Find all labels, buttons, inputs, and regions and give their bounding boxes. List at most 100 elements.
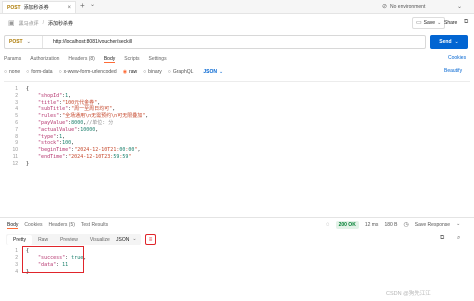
method-label: POST: [9, 39, 23, 45]
request-code-line: "type":1,: [38, 133, 66, 140]
radio-graphql-label: GraphQL: [172, 69, 194, 75]
status-badge[interactable]: 200 OK: [335, 220, 359, 229]
chevron-down-icon: ⌄: [26, 38, 31, 45]
response-line-number: 4: [15, 269, 18, 275]
view-tab-visualize[interactable]: Visualize: [84, 235, 116, 245]
view-tab-preview[interactable]: Preview: [54, 235, 84, 245]
search-icon[interactable]: ⌕: [457, 235, 460, 241]
save-icon: ▭: [416, 20, 422, 26]
response-tabs: Body Cookies Headers (5) Test Results: [7, 220, 108, 230]
radio-raw-label: raw: [129, 69, 138, 75]
radio-raw[interactable]: ◉ raw: [123, 69, 137, 75]
send-button[interactable]: Send ⌄: [430, 35, 468, 49]
tab-settings[interactable]: Settings: [149, 56, 167, 62]
breadcrumb-request-name[interactable]: 添加秒杀券: [48, 20, 73, 27]
format-select[interactable]: JSON ⌄: [203, 69, 223, 75]
request-code-line: "actualValue":10000,: [38, 126, 99, 133]
history-icon[interactable]: ◷: [404, 222, 409, 228]
copy-icon[interactable]: ⧉: [440, 235, 444, 241]
radio-urlencoded[interactable]: ○ x-www-form-urlencoded: [59, 69, 117, 75]
response-status-bar: ◌ 200 OK 12 ms 180 B ◷ Save Response ⌄: [326, 219, 460, 230]
request-tabs: Params Authorization Headers (8) Body Sc…: [4, 54, 167, 64]
response-format-label: JSON: [116, 236, 130, 243]
new-tab-icon[interactable]: +: [80, 2, 85, 10]
request-tab[interactable]: POST 添加秒杀券 ×: [2, 1, 76, 13]
radio-empty-icon: ○: [4, 68, 8, 75]
url-input[interactable]: http://localhost:8081/voucher/seckill: [43, 39, 132, 45]
environment-selector[interactable]: ⊘ No environment ⌄: [382, 2, 462, 12]
request-code-line: "rules":"全场通用\n无需预约\n可无限叠加",: [38, 113, 149, 120]
radio-urlencoded-label: x-www-form-urlencoded: [63, 69, 117, 75]
radio-none-label: none: [9, 69, 21, 75]
chevron-down-icon: ⌄: [437, 19, 442, 26]
request-line-number: 8: [15, 133, 18, 140]
request-code: { "shopId":1, "title":"100元代金券", "subTit…: [26, 86, 148, 168]
share-label: Share: [444, 20, 458, 26]
http-request-icon: ▣: [8, 19, 15, 27]
save-label: Save: [423, 20, 436, 26]
request-line-number: 3: [15, 99, 18, 106]
breadcrumb-collection[interactable]: 黑马点评: [19, 20, 39, 27]
beautify-link[interactable]: Beautify: [444, 68, 462, 74]
radio-empty-icon: ○: [143, 68, 147, 75]
request-code-line: "endTime":"2024-12-10T23:59:59": [38, 153, 132, 160]
radio-none[interactable]: ○ none: [4, 69, 20, 75]
radio-binary[interactable]: ○ binary: [143, 69, 162, 75]
request-line-number: 12: [12, 160, 18, 167]
radio-empty-icon: ○: [26, 68, 30, 75]
response-tab-cookies[interactable]: Cookies: [24, 222, 42, 228]
request-code-line: "beginTime":"2024-12-10T21:00:00",: [38, 147, 141, 154]
view-tab-raw[interactable]: Raw: [32, 235, 54, 245]
view-tab-pretty[interactable]: Pretty: [7, 234, 33, 245]
breadcrumb: ▣ 黑马点评 / 添加秒杀券: [8, 17, 73, 29]
method-select[interactable]: POST ⌄: [5, 36, 43, 48]
request-body-editor[interactable]: 1 2 3 4 5 6 7 8 9 10 11 12 { "shopId":1, "title":"1…: [4, 81, 470, 215]
response-tab-headers[interactable]: Headers (5): [48, 222, 74, 228]
response-line-number: 2: [15, 255, 18, 261]
radio-graphql[interactable]: ○ GraphQL: [168, 69, 194, 75]
chevron-down-icon: ⌄: [456, 221, 461, 227]
request-code-line: "payValue":8000,//单位: 分: [38, 119, 114, 126]
response-view-tabs: Pretty Raw Preview Visualize: [6, 234, 117, 245]
request-line-number: 2: [15, 92, 18, 99]
request-line-number: 6: [15, 119, 18, 126]
request-code-line: {: [26, 86, 30, 92]
tab-authorization[interactable]: Authorization: [30, 56, 59, 62]
environment-label: No environment: [390, 4, 426, 10]
tab-overflow-icon[interactable]: ⌄: [90, 2, 95, 8]
radio-empty-icon: ○: [167, 68, 171, 75]
body-type-options: ○ none ○ form-data ○ x-www-form-urlencoded …: [4, 67, 223, 77]
response-tab-body[interactable]: Body: [7, 222, 19, 229]
copy-link-icon[interactable]: ⧉: [464, 19, 468, 25]
pane-divider[interactable]: [0, 217, 474, 218]
chevron-down-icon: ⌄: [456, 4, 462, 10]
cookies-link[interactable]: Cookies: [448, 55, 466, 61]
tab-body[interactable]: Body: [103, 56, 116, 63]
radio-form-data-label: form-data: [31, 69, 53, 75]
format-label: JSON: [203, 69, 218, 75]
chevron-down-icon: ⌄: [132, 236, 137, 242]
close-icon[interactable]: ×: [67, 5, 71, 11]
response-line-number: 3: [15, 262, 18, 268]
radio-form-data[interactable]: ○ form-data: [26, 69, 52, 75]
response-format-select[interactable]: JSON ⌄: [112, 234, 141, 245]
environment-icon: ⊘: [382, 4, 388, 10]
tab-headers[interactable]: Headers (8): [68, 56, 94, 62]
wrap-lines-icon[interactable]: ≡: [145, 234, 156, 245]
radio-empty-icon: ○: [58, 68, 62, 75]
response-size[interactable]: 180 B: [384, 222, 397, 228]
share-button[interactable]: Share: [442, 17, 459, 29]
response-tab-test-results[interactable]: Test Results: [81, 222, 108, 228]
tab-title: 添加秒杀券: [23, 5, 49, 11]
request-code-line: "shopId":1,: [38, 92, 72, 99]
breadcrumb-separator: /: [42, 20, 45, 26]
tab-scripts[interactable]: Scripts: [124, 56, 139, 62]
request-line-number: 9: [15, 140, 18, 147]
request-line-number: 5: [15, 113, 18, 120]
response-time[interactable]: 12 ms: [365, 222, 379, 228]
url-bar: POST ⌄ http://localhost:8081/voucher/sec…: [4, 35, 426, 49]
save-button[interactable]: ▭ Save ⌄: [412, 17, 446, 29]
request-line-number: 11: [12, 153, 18, 160]
save-response-button[interactable]: Save Response: [415, 222, 450, 228]
tab-params[interactable]: Params: [4, 56, 21, 62]
